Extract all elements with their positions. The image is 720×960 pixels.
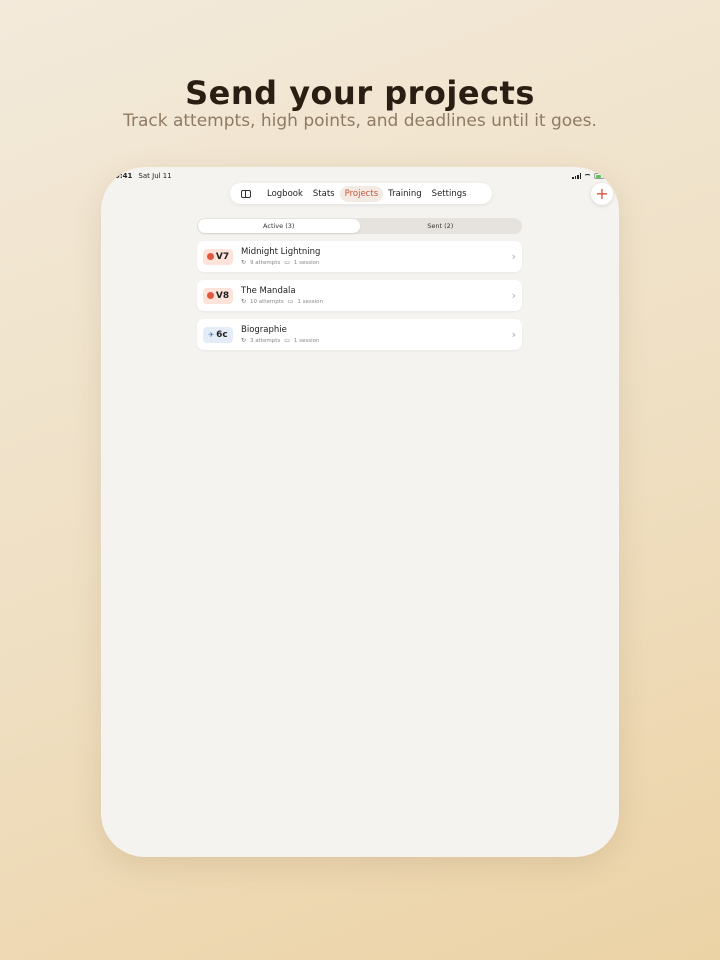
chevron-right-icon: › xyxy=(511,250,516,263)
sessions-count: 1 session xyxy=(293,337,320,344)
refresh-icon: ↻ xyxy=(241,259,247,266)
chevron-right-icon: › xyxy=(511,289,516,302)
tab-settings[interactable]: Settings xyxy=(427,186,472,202)
project-row[interactable]: V8 The Mandala ↻ 10 attempts ▭ 1 session… xyxy=(197,280,522,311)
calendar-icon: ▭ xyxy=(284,259,290,266)
status-bar: 9:41 Sat Jul 11 xyxy=(115,171,605,181)
grade-badge: V8 xyxy=(203,287,233,304)
sidebar-toggle-icon[interactable] xyxy=(234,186,258,202)
project-row[interactable]: V7 Midnight Lightning ↻ 9 attempts ▭ 1 s… xyxy=(197,241,522,272)
project-name: Midnight Lightning xyxy=(241,247,321,257)
refresh-icon: ↻ xyxy=(241,337,247,344)
project-name: The Mandala xyxy=(241,286,296,296)
hero-title: Send your projects xyxy=(185,74,535,112)
status-time: 9:41 xyxy=(115,172,133,180)
calendar-icon: ▭ xyxy=(287,298,294,305)
project-row[interactable]: ✈ 6c Biographie ↻ 3 attempts ▭ 1 session… xyxy=(197,319,522,350)
grade-label: V7 xyxy=(215,251,230,262)
sessions-count: 1 session xyxy=(293,259,320,266)
status-icons xyxy=(572,173,605,179)
attempts-count: 3 attempts xyxy=(250,337,281,344)
attempts-count: 9 attempts xyxy=(250,259,281,266)
grade-badge: V7 xyxy=(203,248,233,265)
dot-icon xyxy=(206,292,214,299)
calendar-icon: ▭ xyxy=(284,337,290,344)
tab-projects[interactable]: Projects xyxy=(339,185,384,202)
sessions-count: 1 session xyxy=(297,298,323,305)
add-project-button[interactable]: + xyxy=(591,183,613,205)
segment-sent[interactable]: Sent (2) xyxy=(360,219,522,233)
plane-icon: ✈ xyxy=(208,330,215,339)
tab-logbook[interactable]: Logbook xyxy=(262,186,308,202)
dot-icon xyxy=(206,253,214,260)
wifi-icon xyxy=(584,173,591,179)
refresh-icon: ↻ xyxy=(241,298,247,305)
chevron-right-icon: › xyxy=(511,328,516,341)
grade-label: 6c xyxy=(216,329,228,340)
project-name: Biographie xyxy=(241,325,287,335)
signal-icon xyxy=(572,173,581,179)
grade-label: V8 xyxy=(215,290,230,301)
grade-badge: ✈ 6c xyxy=(203,326,233,343)
project-list: V7 Midnight Lightning ↻ 9 attempts ▭ 1 s… xyxy=(197,241,522,358)
tab-stats[interactable]: Stats xyxy=(308,186,340,202)
attempts-count: 10 attempts xyxy=(250,298,284,305)
segment-active[interactable]: Active (3) xyxy=(198,219,360,233)
battery-icon xyxy=(594,173,605,179)
tab-bar: Logbook Stats Projects Training Settings xyxy=(230,183,492,204)
project-filter-segmented-control: Active (3) Sent (2) xyxy=(197,218,522,234)
status-date: Sat Jul 11 xyxy=(138,172,172,180)
ipad-screen: 9:41 Sat Jul 11 Logbook Stats Projects T… xyxy=(101,167,619,857)
hero-subtitle: Track attempts, high points, and deadlin… xyxy=(123,111,597,131)
tab-training[interactable]: Training xyxy=(383,186,427,202)
